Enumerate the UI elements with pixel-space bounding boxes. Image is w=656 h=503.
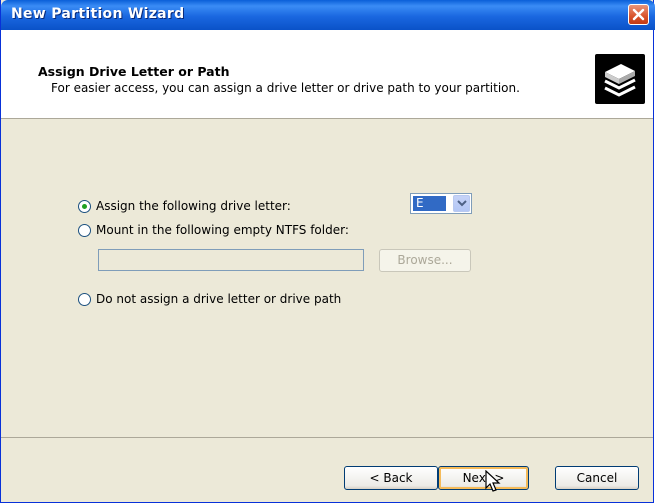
radio-no-assign[interactable] xyxy=(78,292,91,306)
window-title: New Partition Wizard xyxy=(11,6,185,22)
drive-letter-value: E xyxy=(413,196,446,211)
option-mount-folder-label: Mount in the following empty NTFS folder… xyxy=(96,223,349,237)
option-assign-letter[interactable]: Assign the following drive letter: xyxy=(78,199,291,213)
browse-button[interactable]: Browse... xyxy=(379,249,471,272)
folder-path-input[interactable] xyxy=(98,249,364,271)
next-button[interactable]: Next > xyxy=(438,466,529,490)
radio-mount-folder[interactable] xyxy=(78,223,91,237)
page-title: Assign Drive Letter or Path xyxy=(38,64,230,79)
footer-divider xyxy=(1,437,653,438)
option-mount-folder[interactable]: Mount in the following empty NTFS folder… xyxy=(78,223,349,237)
option-no-assign-label: Do not assign a drive letter or drive pa… xyxy=(96,292,342,306)
wizard-header: Assign Drive Letter or Path For easier a… xyxy=(1,30,653,119)
wizard-window: New Partition Wizard Assign Drive Letter… xyxy=(0,0,655,503)
cancel-button[interactable]: Cancel xyxy=(555,466,639,490)
option-no-assign[interactable]: Do not assign a drive letter or drive pa… xyxy=(78,292,341,306)
drive-wizard-icon xyxy=(595,54,645,104)
mouse-pointer-icon xyxy=(485,469,501,498)
radio-assign-letter[interactable] xyxy=(78,199,91,213)
title-bar[interactable]: New Partition Wizard xyxy=(1,0,655,30)
page-subtitle: For easier access, you can assign a driv… xyxy=(51,81,520,95)
close-button[interactable] xyxy=(628,4,649,25)
close-icon xyxy=(632,8,645,21)
chevron-down-icon xyxy=(457,200,467,207)
option-assign-letter-label: Assign the following drive letter: xyxy=(96,199,291,213)
drive-letter-select[interactable]: E xyxy=(410,193,472,214)
dropdown-button[interactable] xyxy=(453,195,470,212)
back-button[interactable]: < Back xyxy=(344,466,438,490)
